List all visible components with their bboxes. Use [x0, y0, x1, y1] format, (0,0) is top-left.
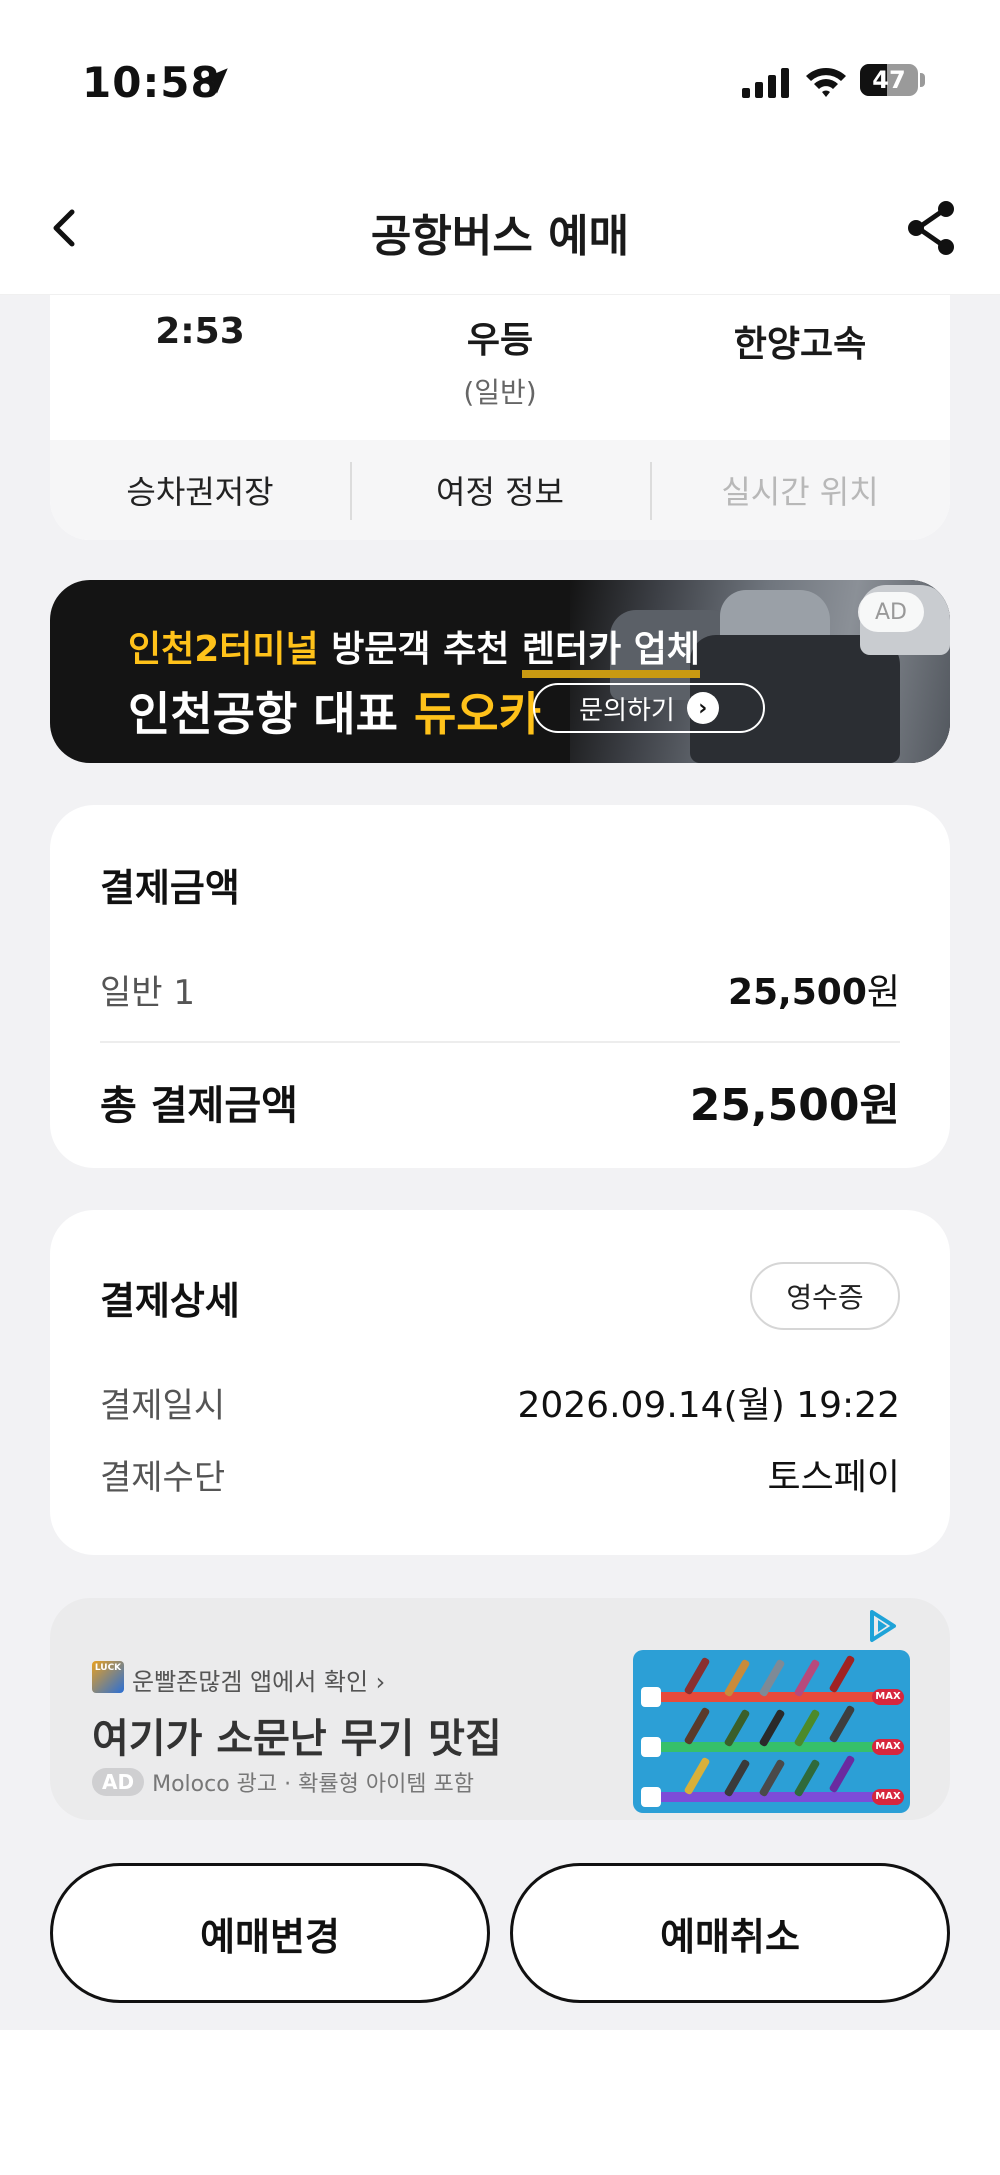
page-title: 공항버스 예매	[370, 211, 630, 262]
share-icon[interactable]	[900, 196, 964, 260]
ad-source-link[interactable]: 운빨존많겜 앱에서 확인 ›	[132, 1662, 385, 1697]
payment-detail-title: 결제상세	[100, 1279, 240, 1323]
ad-meta-text: Moloco 광고 · 확률형 아이템 포함	[152, 1772, 475, 1797]
game-native-ad[interactable]: LUCK 운빨존많겜 앱에서 확인 › 여기가 소문난 무기 맛집 AD Mol…	[50, 1598, 950, 1820]
max-label: MAX	[872, 1689, 904, 1705]
rental-car-banner-ad[interactable]: 인천2터미널 방문객 추천 렌터카 업체 인천공항 대표 듀오카 문의하기 › …	[50, 580, 950, 763]
divider	[100, 1041, 900, 1043]
battery-cap	[920, 73, 925, 87]
fare-amount-number: 25,500	[727, 972, 867, 1013]
cellular-signal-icon	[742, 68, 789, 98]
fare-label: 일반 1	[100, 973, 195, 1013]
receipt-button[interactable]: 영수증	[750, 1262, 900, 1330]
battery-percent: 47	[872, 66, 906, 94]
max-label: MAX	[872, 1789, 904, 1805]
ad-headline: 여기가 소문난 무기 맛집	[92, 1716, 502, 1762]
change-booking-button[interactable]: 예매변경	[50, 1863, 490, 2003]
payment-detail-card: 결제상세 영수증 결제일시 2026.09.14(월) 19:22 결제수단 토…	[50, 1210, 950, 1555]
banner-brand: 듀오카	[413, 687, 541, 741]
banner-mid-text: 방문객 추천	[318, 629, 522, 670]
scythe-icon	[641, 1787, 661, 1807]
weapon-row-bar	[643, 1692, 898, 1702]
staff-icon	[641, 1737, 661, 1757]
nav-header: 공항버스 예매	[0, 170, 1000, 295]
payment-amount-title: 결제금액	[100, 866, 240, 910]
ad-meta: AD Moloco 광고 · 확률형 아이템 포함	[92, 1766, 474, 1798]
app-logo: LUCK	[92, 1661, 124, 1693]
weapon-sprite	[828, 1654, 856, 1694]
bus-grade-sub: (일반)	[463, 376, 537, 409]
status-bar: 10:58 47	[0, 0, 1000, 170]
chevron-right-circle-icon: ›	[686, 692, 719, 724]
weapon-sprite	[683, 1756, 711, 1796]
weapon-sprite	[828, 1754, 856, 1794]
bus-grade-label: 우등	[466, 320, 534, 361]
trip-actions: 승차권저장 여정 정보 실시간 위치	[50, 440, 950, 540]
weapon-row-bar	[643, 1792, 898, 1802]
ad-badge: AD	[858, 592, 924, 632]
banner-line-1: 인천2터미널 방문객 추천 렌터카 업체	[128, 620, 700, 678]
weapon-sprite	[683, 1656, 711, 1696]
bus-company: 한양고속	[733, 324, 867, 365]
payment-method-value: 토스페이	[767, 1457, 900, 1498]
banner-highlight: 인천2터미널	[128, 629, 319, 670]
fare-currency: 원	[866, 972, 900, 1013]
inquiry-label: 문의하기	[579, 695, 675, 726]
payment-method-label: 결제수단	[100, 1458, 226, 1498]
trip-summary-card: 2:53 우등 (일반) 한양고속 승차권저장 여정 정보 실시간 위치	[50, 295, 950, 540]
fare-amount: 25,500원	[728, 963, 900, 1015]
ad-tag: AD	[92, 1768, 145, 1796]
departure-time: 2:53	[155, 311, 245, 352]
banner-underlined-text: 렌터카 업체	[521, 629, 700, 678]
save-ticket-button[interactable]: 승차권저장	[50, 440, 350, 540]
banner-line-2: 인천공항 대표 듀오카	[128, 678, 541, 744]
max-label: MAX	[872, 1739, 904, 1755]
ad-thumbnail: MAX MAX MAX	[633, 1650, 910, 1813]
total-amount-label: 총 결제금액	[100, 1083, 298, 1129]
location-arrow-icon	[202, 68, 228, 94]
weapon-sprite	[828, 1704, 856, 1744]
inquiry-button[interactable]: 문의하기 ›	[533, 683, 765, 733]
cancel-booking-button[interactable]: 예매취소	[510, 1863, 950, 2003]
live-location-button: 실시간 위치	[721, 473, 879, 511]
total-amount-value: 25,500원	[689, 1080, 900, 1131]
sword-icon	[641, 1687, 661, 1707]
adchoices-icon[interactable]	[862, 1606, 902, 1646]
payment-date-label: 결제일시	[100, 1386, 226, 1426]
weapon-row-bar	[643, 1742, 898, 1752]
weapon-sprite	[683, 1706, 711, 1746]
payment-date-value: 2026.09.14(월) 19:22	[517, 1385, 900, 1426]
trip-info-button[interactable]: 여정 정보	[350, 440, 650, 540]
battery-icon: 47	[860, 64, 918, 96]
banner-prefix: 인천공항 대표	[128, 687, 414, 741]
bottom-safe-area	[0, 2030, 1000, 2175]
payment-amount-card: 결제금액 일반 1 25,500원 총 결제금액 25,500원	[50, 805, 950, 1168]
bus-grade: 우등 (일반)	[350, 311, 650, 411]
wifi-icon	[806, 68, 846, 97]
